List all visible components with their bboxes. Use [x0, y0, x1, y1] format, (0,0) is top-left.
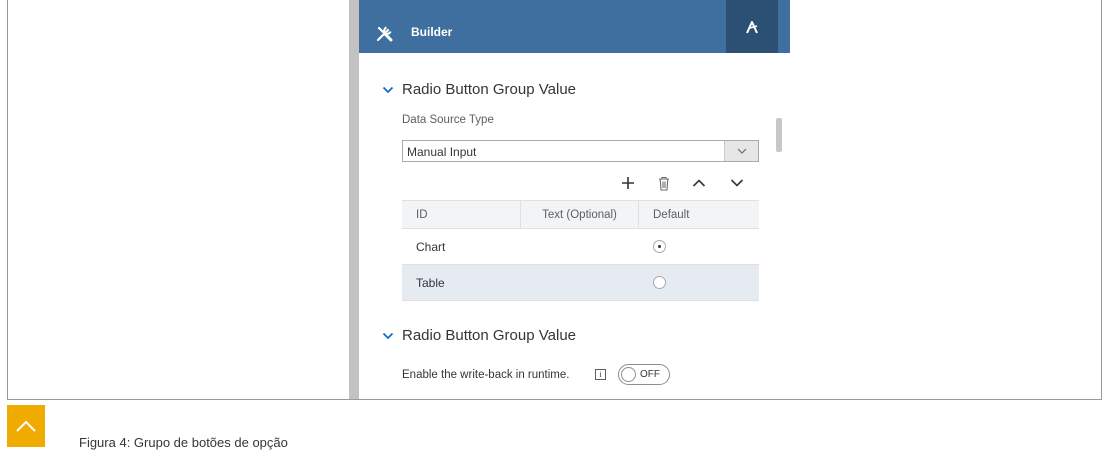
- row-text[interactable]: [520, 229, 638, 264]
- screenshot-frame: Builder Radio Button Group Value Data So…: [7, 0, 1102, 400]
- section-radio-group-value-toggle[interactable]: Radio Button Group Value: [382, 81, 576, 98]
- header-id: ID: [416, 208, 428, 221]
- section-title: Radio Button Group Value: [402, 327, 577, 344]
- row-default-cell: [638, 229, 759, 264]
- add-icon: [622, 177, 634, 189]
- write-back-toggle[interactable]: OFF: [618, 364, 670, 385]
- toggle-state-text: OFF: [640, 369, 660, 380]
- move-down-icon: [730, 179, 744, 187]
- section-title: Radio Button Group Value: [402, 81, 577, 98]
- delete-button[interactable]: [656, 175, 672, 191]
- chevron-down-icon: [737, 148, 746, 154]
- chevron-down-icon: [382, 332, 394, 339]
- default-radio[interactable]: [653, 240, 666, 253]
- styling-brush-icon: [746, 20, 758, 33]
- figure-caption: Figura 4: Grupo de botões de opção: [79, 435, 288, 450]
- delete-icon: [659, 176, 669, 191]
- scroll-to-top-button[interactable]: [7, 405, 45, 447]
- radio-options-table: ID Text (Optional) Default Chart Table: [402, 200, 759, 301]
- builder-header: Builder: [359, 0, 790, 53]
- default-radio[interactable]: [653, 276, 666, 289]
- tools-icon: [376, 26, 393, 42]
- table-row[interactable]: Table: [402, 265, 759, 301]
- panel-scrollbar[interactable]: [776, 118, 782, 152]
- header-text: Text (Optional): [520, 201, 638, 228]
- builder-title: Builder: [411, 25, 453, 39]
- panel-left-edge: [349, 0, 359, 399]
- row-id: Chart: [416, 239, 446, 254]
- add-button[interactable]: [620, 175, 636, 191]
- chevron-down-icon: [382, 86, 394, 93]
- move-up-button[interactable]: [691, 175, 707, 191]
- move-down-button[interactable]: [729, 175, 745, 191]
- table-header-row: ID Text (Optional) Default: [402, 200, 759, 229]
- table-row[interactable]: Chart: [402, 229, 759, 265]
- data-source-type-select[interactable]: Manual Input: [402, 140, 759, 162]
- section-radio-group-value-toggle-2[interactable]: Radio Button Group Value: [382, 327, 576, 344]
- data-source-type-value: Manual Input: [407, 145, 477, 159]
- row-text[interactable]: [520, 265, 638, 300]
- move-up-icon: [692, 179, 706, 187]
- write-back-label: Enable the write-back in runtime.: [402, 369, 570, 381]
- toggle-knob: [621, 367, 636, 382]
- header-default: Default: [638, 201, 759, 228]
- row-id: Table: [416, 275, 445, 290]
- builder-panel: Builder Radio Button Group Value Data So…: [359, 0, 790, 399]
- chevron-up-icon: [16, 420, 36, 432]
- select-arrow[interactable]: [724, 141, 758, 161]
- styling-button[interactable]: [726, 0, 778, 53]
- row-default-cell: [638, 265, 759, 300]
- info-icon[interactable]: i: [595, 369, 606, 380]
- data-source-type-label: Data Source Type: [402, 114, 494, 126]
